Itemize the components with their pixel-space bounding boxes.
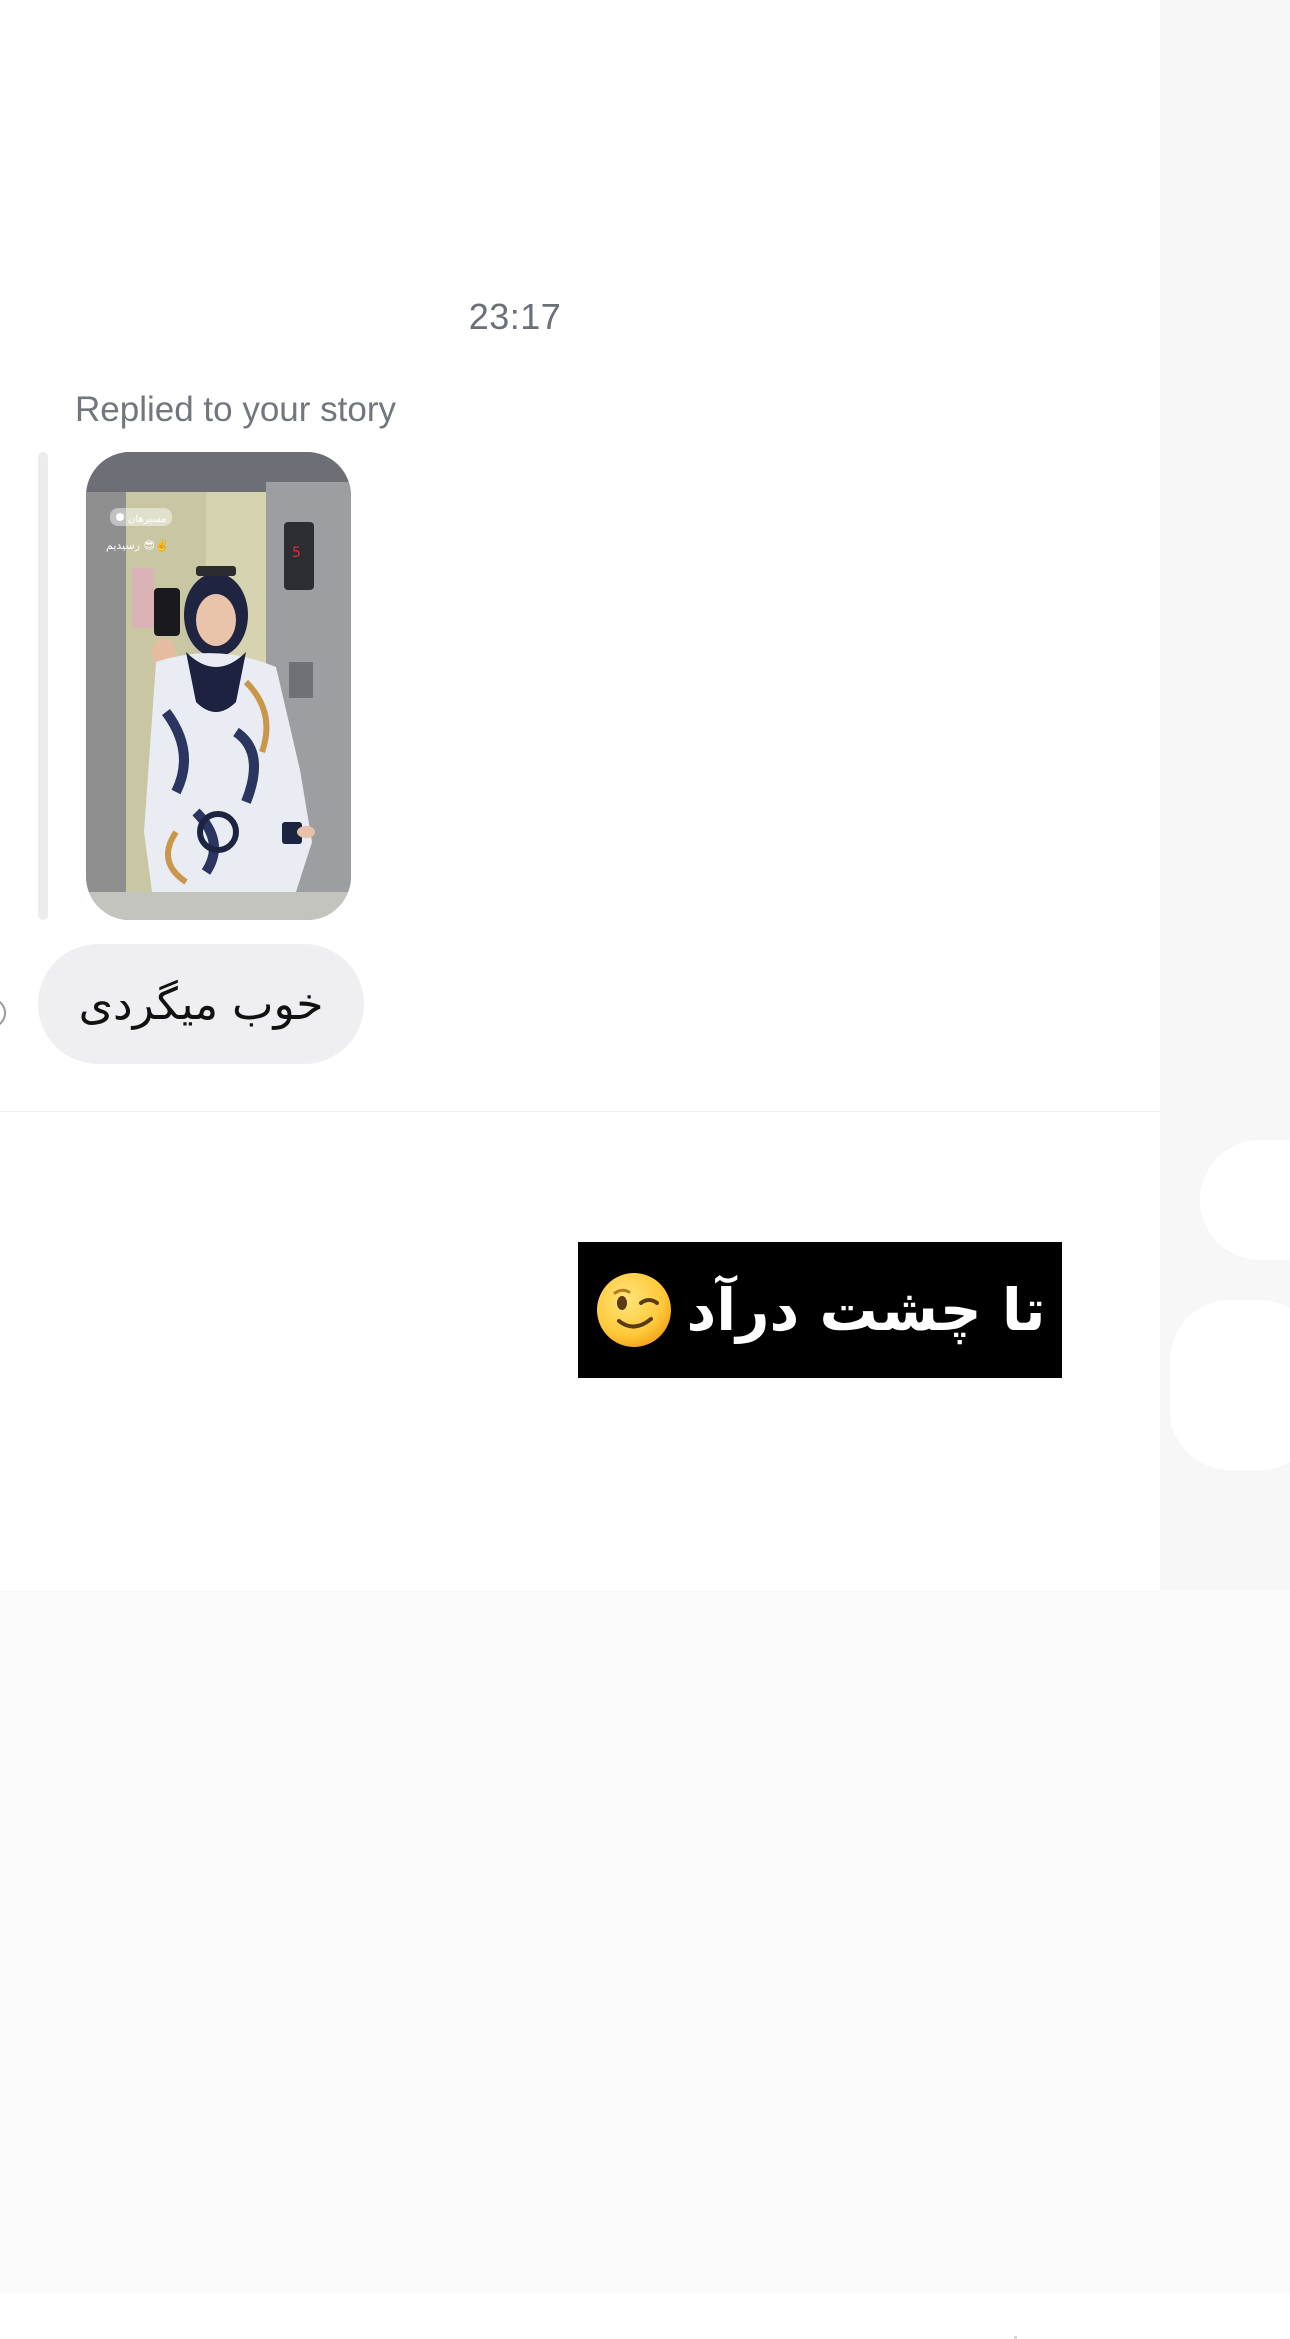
story-location-sticker: مسیرهان — [128, 514, 166, 525]
message-bubble[interactable]: خوب میگردی — [38, 944, 364, 1064]
story-caption-sticker: رسیدیم 😎✌️ — [106, 538, 169, 552]
story-thumbnail[interactable]: 5 مسیرهان رسیدیم 😎✌️ — [86, 452, 351, 920]
caption-overlay: تا چشت درآد — [578, 1242, 1062, 1378]
background-strip — [1160, 0, 1290, 1600]
message-timestamp: 23:17 — [468, 296, 562, 337]
bottom-area — [0, 1590, 1290, 2293]
winking-face-icon — [596, 1273, 671, 1347]
message-text: خوب میگردی — [78, 978, 324, 1030]
caption-text: تا چشت درآد — [686, 1276, 1046, 1344]
sender-avatar[interactable] — [0, 998, 6, 1028]
reply-indicator-bar — [38, 452, 48, 920]
chat-thread: 23:17 Replied to your story 5 مسیرهان رس… — [0, 0, 1160, 1113]
story-reply-label: Replied to your story — [75, 390, 396, 429]
story-photo: 5 مسیرهان رسیدیم 😎✌️ — [86, 452, 351, 920]
svg-text:5: 5 — [292, 545, 301, 561]
